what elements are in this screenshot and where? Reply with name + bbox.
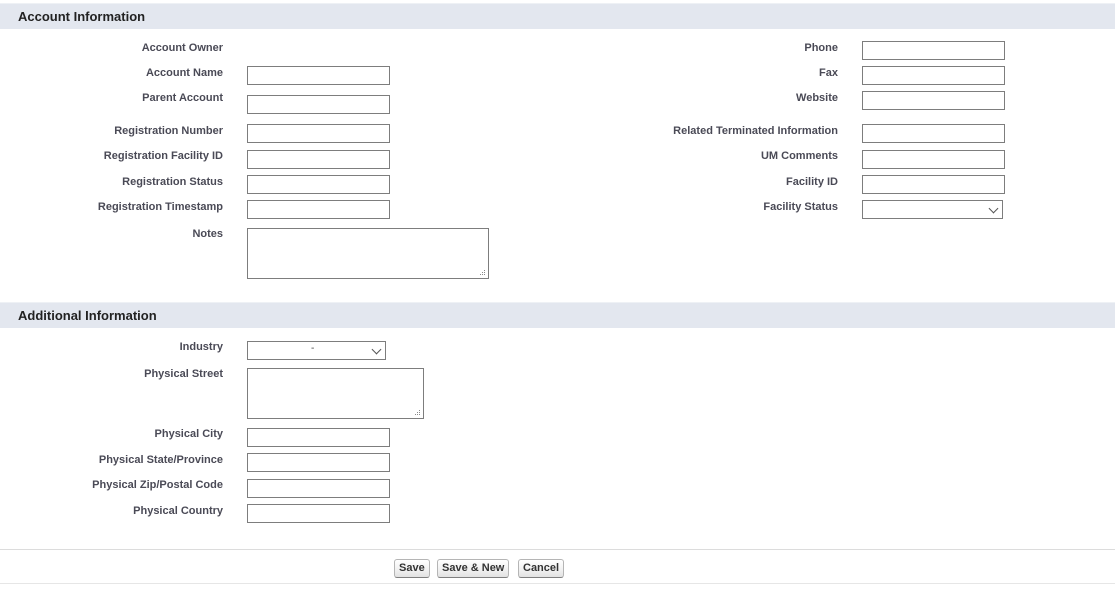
registration-number-label: Registration Number: [114, 125, 223, 137]
fax-label: Fax: [819, 67, 838, 79]
related-terminated-information-input[interactable]: [862, 124, 1005, 143]
um-comments-label: UM Comments: [760, 150, 838, 162]
physical-zip-input[interactable]: [247, 479, 390, 498]
phone-input[interactable]: [862, 41, 1005, 60]
account-name-label: Account Name: [145, 67, 223, 79]
parent-account-input[interactable]: [247, 95, 390, 114]
registration-status-label: Registration Status: [122, 176, 223, 188]
account-name-input[interactable]: [247, 66, 390, 85]
related-terminated-information-label: Related Terminated Information: [673, 125, 838, 137]
phone-label: Phone: [804, 42, 838, 54]
industry-select[interactable]: -: [247, 341, 386, 360]
cancel-button[interactable]: Cancel: [518, 559, 565, 578]
physical-state-province-input[interactable]: [247, 453, 390, 472]
footer-divider: [0, 549, 1115, 550]
registration-status-input[interactable]: [247, 175, 390, 194]
industry-value: -: [311, 343, 315, 354]
account-owner-label: Account Owner: [141, 42, 223, 54]
physical-country-input[interactable]: [247, 504, 390, 523]
additional-information-header: Additional Information: [0, 302, 1115, 328]
registration-facility-id-input[interactable]: [247, 150, 390, 169]
industry-label: Industry: [179, 341, 223, 353]
registration-number-input[interactable]: [247, 124, 390, 143]
facility-status-label: Facility Status: [763, 201, 838, 213]
account-information-header: Account Information: [0, 3, 1115, 29]
facility-id-label: Facility ID: [786, 176, 838, 188]
account-edit-form: Account Information Account Owner Accoun…: [0, 0, 1115, 589]
resize-grip-icon[interactable]: [478, 268, 486, 276]
registration-timestamp-input[interactable]: [247, 200, 390, 219]
physical-zip-label: Physical Zip/Postal Code: [92, 479, 223, 491]
notes-label: Notes: [192, 228, 223, 240]
physical-city-input[interactable]: [247, 428, 390, 447]
footer-bottom-border: [0, 583, 1115, 584]
facility-id-input[interactable]: [862, 175, 1005, 194]
physical-country-label: Physical Country: [133, 505, 223, 517]
um-comments-input[interactable]: [862, 150, 1005, 169]
parent-account-label: Parent Account: [142, 92, 223, 104]
registration-facility-id-label: Registration Facility ID: [103, 150, 223, 162]
physical-city-label: Physical City: [154, 428, 223, 440]
notes-textarea[interactable]: [247, 228, 489, 279]
additional-information-title: Additional Information: [18, 308, 157, 323]
resize-grip-icon[interactable]: [413, 408, 421, 416]
chevron-down-icon: [371, 344, 382, 355]
account-information-title: Account Information: [18, 9, 146, 24]
website-input[interactable]: [862, 91, 1005, 110]
website-label: Website: [796, 92, 838, 104]
save-button[interactable]: Save: [394, 559, 430, 578]
save-and-new-button[interactable]: Save & New: [437, 559, 510, 578]
chevron-down-icon: [988, 203, 999, 214]
physical-street-label: Physical Street: [144, 368, 223, 380]
physical-state-province-label: Physical State/Province: [98, 454, 223, 466]
fax-input[interactable]: [862, 66, 1005, 85]
physical-street-textarea[interactable]: [247, 368, 424, 419]
facility-status-select[interactable]: [862, 200, 1003, 219]
registration-timestamp-label: Registration Timestamp: [97, 201, 223, 213]
